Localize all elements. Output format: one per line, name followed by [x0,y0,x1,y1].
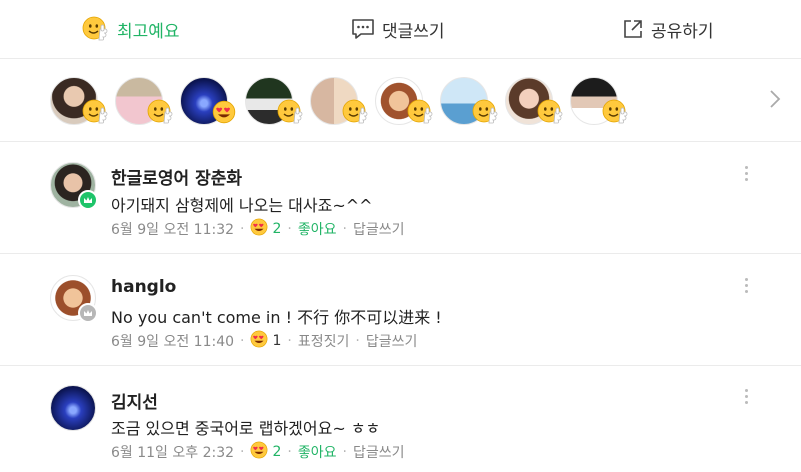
heart-eyes-emoji-icon [250,218,268,240]
reply-button[interactable]: 답글쓰기 [353,442,405,462]
avatar[interactable] [50,385,96,431]
crown-badge-icon [78,190,98,210]
comment-date: 6월 9일 오전 11:40 [111,334,235,350]
thumbs-up-emoji-icon [472,98,500,130]
comment-text: 아기돼지 삼형제에 나오는 대사죠~^^ [111,196,373,215]
like-button[interactable]: 좋아요 [298,442,337,462]
comment-date: 6월 11일 오후 2:32 [111,445,235,461]
comment-text: 조금 있으면 중국어로 랩하겠어요~ ㅎㅎ [111,419,381,438]
comment-author[interactable]: hanglo [111,277,176,297]
reactor-avatar[interactable] [375,77,423,125]
like-button[interactable]: 좋아요 [298,219,337,239]
add-reaction-button[interactable]: 표정짓기 [298,331,350,351]
best-reaction-label: 최고예요 [117,21,180,42]
reactor-avatar-list [0,59,801,142]
reactor-avatar[interactable] [310,77,358,125]
comment-item: 김지선 조금 있으면 중국어로 랩하겠어요~ ㅎㅎ 6월 11일 오후 2:32… [0,366,801,472]
thumbs-up-emoji-icon [277,98,305,130]
write-comment-button[interactable]: 댓글쓰기 [351,14,445,44]
reaction-count: 2 [272,444,282,460]
reactor-avatar[interactable] [245,77,293,125]
reaction-summary[interactable]: 2 [250,218,281,240]
share-icon [622,18,644,40]
more-options-icon[interactable] [745,389,749,407]
share-button[interactable]: 공유하기 [622,14,714,44]
comment-text: No you can't come in ! 不行 你不可以进来 ! [111,308,442,327]
write-comment-label: 댓글쓰기 [382,21,445,42]
chevron-right-icon[interactable] [769,89,781,113]
avatar[interactable] [50,162,98,210]
reactor-avatar[interactable] [570,77,618,125]
reaction-summary[interactable]: 1 [250,330,281,352]
thumbs-up-emoji-icon [147,98,175,130]
best-reaction-button[interactable]: 최고예요 [82,14,180,44]
thumbs-up-emoji-icon [82,15,110,43]
thumbs-up-emoji-icon [407,98,435,130]
reply-button[interactable]: 답글쓰기 [366,331,418,351]
thumbs-up-emoji-icon [342,98,370,130]
comment-item: 한글로영어 장춘화 아기돼지 삼형제에 나오는 대사죠~^^ 6월 9일 오전 … [0,142,801,254]
post-action-bar: 최고예요 댓글쓰기 공유하기 [0,0,801,59]
separator-dot: · [287,333,292,349]
comment-icon [351,18,375,40]
share-label: 공유하기 [651,21,714,42]
separator-dot: · [240,333,245,349]
reply-button[interactable]: 답글쓰기 [353,219,405,239]
more-options-icon[interactable] [745,166,749,184]
separator-dot: · [240,444,245,460]
comment-meta: 6월 9일 오전 11:40 · 1 · 표정짓기 · 답글쓰기 [111,330,417,352]
comment-item: hanglo No you can't come in ! 不行 你不可以进来 … [0,254,801,366]
separator-dot: · [287,221,292,237]
separator-dot: · [355,333,360,349]
comment-date: 6월 9일 오전 11:32 [111,222,235,238]
comment-author[interactable]: 한글로영어 장춘화 [111,164,242,189]
comment-meta: 6월 9일 오전 11:32 · 2 · 좋아요 · 답글쓰기 [111,218,404,240]
reactor-avatar[interactable] [50,77,98,125]
comment-author[interactable]: 김지선 [111,388,158,413]
crown-badge-icon [78,303,98,323]
reactor-avatar[interactable] [180,77,228,125]
comment-meta: 6월 11일 오후 2:32 · 2 · 좋아요 · 답글쓰기 [111,441,404,463]
separator-dot: · [342,444,347,460]
reactor-avatar[interactable] [440,77,488,125]
reaction-count: 1 [272,333,282,349]
reactor-avatar[interactable] [115,77,163,125]
separator-dot: · [287,444,292,460]
reactor-avatar[interactable] [505,77,553,125]
separator-dot: · [240,221,245,237]
thumbs-up-emoji-icon [537,98,565,130]
heart-eyes-emoji-icon [250,330,268,352]
more-options-icon[interactable] [745,278,749,296]
separator-dot: · [342,221,347,237]
heart-eyes-emoji-icon [250,441,268,463]
heart-eyes-emoji-icon [212,100,236,128]
reaction-summary[interactable]: 2 [250,441,281,463]
avatar[interactable] [50,275,98,323]
reaction-count: 2 [272,221,282,237]
thumbs-up-emoji-icon [82,98,110,130]
thumbs-up-emoji-icon [602,98,630,130]
